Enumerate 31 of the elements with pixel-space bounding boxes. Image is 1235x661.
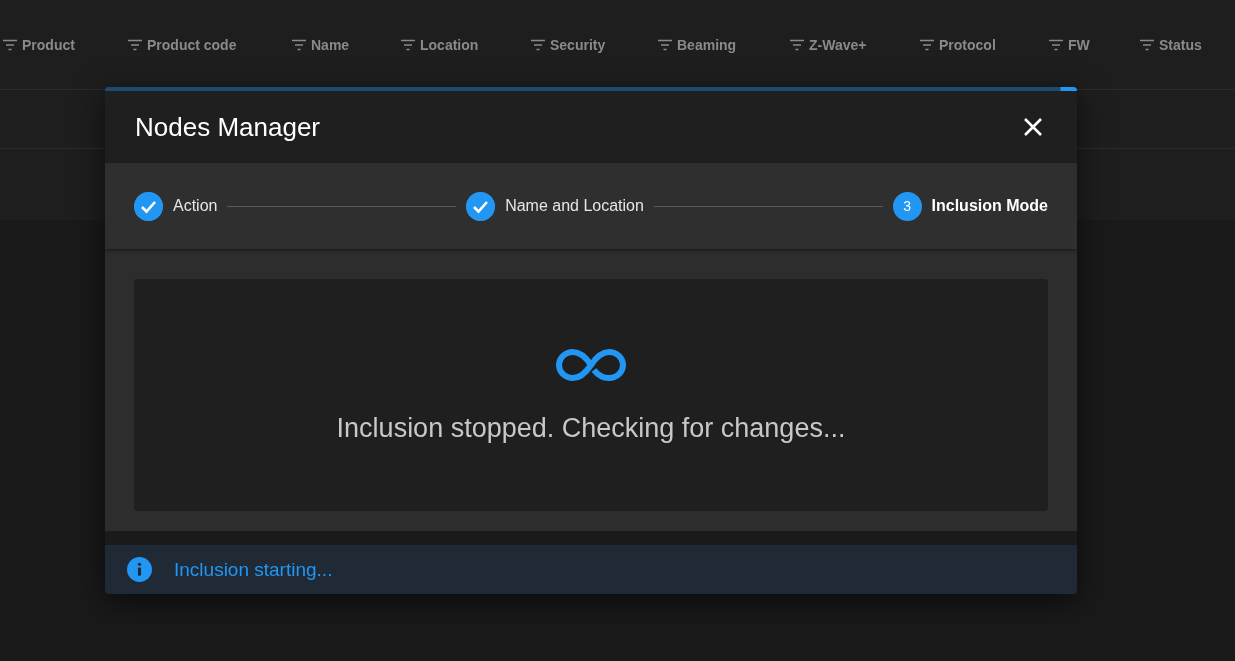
check-icon <box>134 191 163 221</box>
step-number: 3 <box>892 191 922 221</box>
status-message: Inclusion stopped. Checking for changes... <box>336 412 846 444</box>
filter-icon <box>789 38 805 51</box>
column-header[interactable]: Security <box>530 36 606 53</box>
dialog-title: Nodes Manager <box>135 111 320 143</box>
filter-icon <box>1139 38 1155 51</box>
filter-icon <box>657 38 673 51</box>
filter-icon <box>400 38 416 51</box>
filter-icon <box>530 38 546 51</box>
column-header[interactable]: Z-Wave+ <box>789 36 867 53</box>
check-icon <box>466 191 496 221</box>
info-icon <box>127 557 152 582</box>
filter-icon <box>127 38 143 51</box>
filter-icon <box>291 38 307 51</box>
filter-icon <box>2 38 18 51</box>
step: Action <box>134 191 218 221</box>
column-header[interactable]: Location <box>400 36 479 53</box>
column-header[interactable]: Product <box>2 36 75 53</box>
column-header[interactable]: FW <box>1048 36 1090 53</box>
column-header[interactable]: Status <box>1139 36 1202 53</box>
infinity-icon <box>554 346 628 383</box>
column-header[interactable]: Product code <box>127 36 237 53</box>
column-header[interactable]: Protocol <box>919 36 996 53</box>
filter-icon <box>1048 38 1064 51</box>
column-header[interactable]: Beaming <box>657 36 737 53</box>
alert-text: Inclusion starting... <box>174 558 333 581</box>
filter-icon <box>919 38 935 51</box>
step: Name and Location <box>466 191 644 221</box>
column-header[interactable]: Name <box>291 36 350 53</box>
step: 3 Inclusion Mode <box>892 191 1048 221</box>
